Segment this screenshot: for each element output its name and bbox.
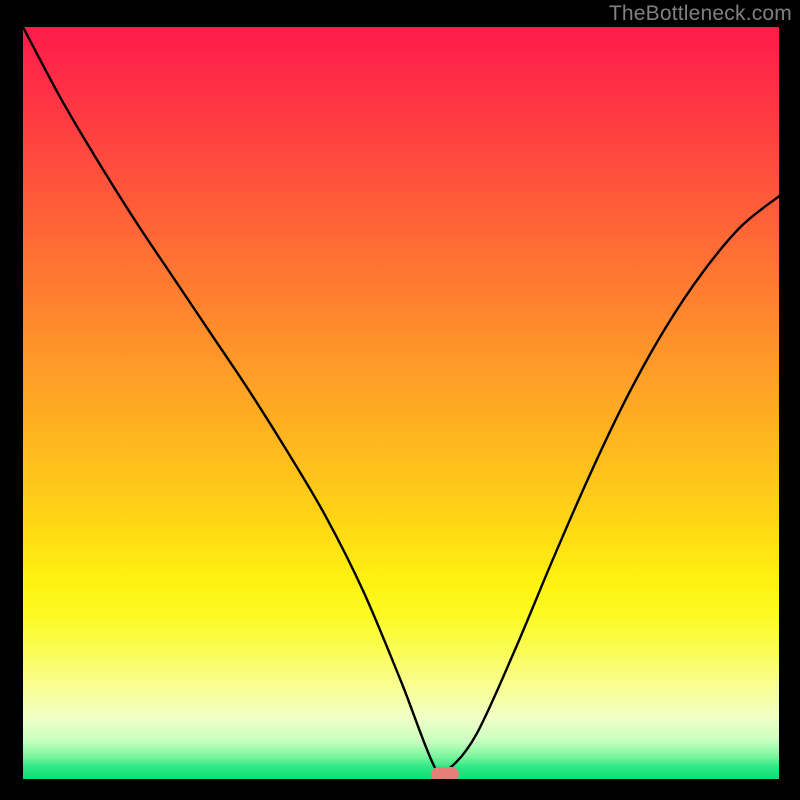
chart-frame: TheBottleneck.com (0, 0, 800, 800)
plot-area (23, 27, 779, 779)
line-curve (23, 27, 779, 779)
min-marker (431, 767, 459, 779)
watermark-text: TheBottleneck.com (609, 2, 792, 26)
